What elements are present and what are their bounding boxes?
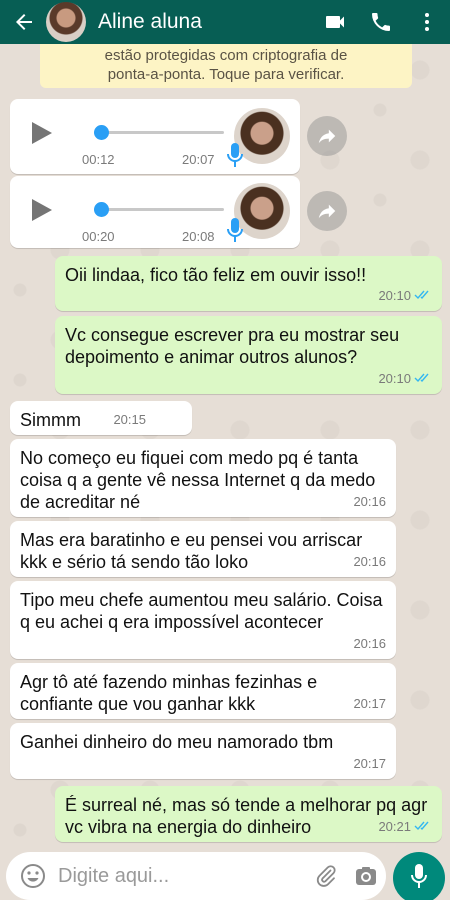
attach-icon[interactable] bbox=[306, 864, 346, 888]
message-time: 20:07 bbox=[182, 152, 215, 167]
audio-message: 00:20 20:08 bbox=[10, 176, 300, 248]
message-time: 20:10 bbox=[378, 288, 411, 303]
chat-header: Aline aluna bbox=[0, 0, 450, 44]
read-ticks-icon bbox=[414, 816, 432, 838]
message-text: Simmm bbox=[20, 410, 81, 430]
audio-duration: 00:12 bbox=[82, 152, 115, 167]
message-time: 20:17 bbox=[353, 756, 386, 771]
incoming-message[interactable]: Ganhei dinheiro do meu namorado tbm 20:1… bbox=[10, 723, 396, 779]
audio-progress-track[interactable] bbox=[94, 131, 224, 134]
message-time: 20:17 bbox=[353, 696, 386, 711]
outgoing-message[interactable]: É surreal né, mas só tende a melhorar pq… bbox=[55, 786, 442, 842]
notice-line-2: ponta-a-ponta. Toque para verificar. bbox=[107, 66, 345, 83]
audio-duration: 00:20 bbox=[82, 229, 115, 244]
message-text: Oii lindaa, fico tão feliz em ouvir isso… bbox=[65, 265, 367, 285]
message-input-bar[interactable]: Digite aqui... bbox=[6, 852, 386, 900]
mic-icon bbox=[225, 141, 245, 174]
video-call-icon[interactable] bbox=[312, 0, 358, 44]
play-icon[interactable] bbox=[32, 122, 52, 144]
message-meta: 20:10 bbox=[378, 368, 432, 390]
audio-message: 00:12 20:07 bbox=[10, 99, 300, 174]
outgoing-message[interactable]: Vc consegue escrever pra eu mostrar seu … bbox=[55, 316, 442, 394]
message-input[interactable]: Digite aqui... bbox=[58, 865, 306, 888]
message-composer: Digite aqui... bbox=[0, 848, 450, 900]
record-voice-button[interactable] bbox=[393, 852, 445, 900]
message-time: 20:16 bbox=[353, 554, 386, 569]
emoji-icon[interactable] bbox=[16, 863, 50, 889]
mic-icon bbox=[225, 216, 245, 249]
incoming-message[interactable]: Mas era baratinho e eu pensei vou arrisc… bbox=[10, 521, 396, 577]
mic-icon bbox=[408, 862, 430, 895]
incoming-message[interactable]: Agr tô até fazendo minhas fezinhas e con… bbox=[10, 663, 396, 719]
message-time: 20:16 bbox=[353, 494, 386, 509]
read-ticks-icon bbox=[414, 368, 432, 390]
phone-icon[interactable] bbox=[358, 0, 404, 44]
message-text: No começo eu fiquei com medo pq é tanta … bbox=[20, 448, 376, 512]
play-icon[interactable] bbox=[32, 199, 52, 221]
audio-progress-handle[interactable] bbox=[94, 125, 109, 140]
message-text: Ganhei dinheiro do meu namorado tbm bbox=[20, 732, 334, 752]
message-time: 20:15 bbox=[113, 412, 146, 427]
message-time: 20:10 bbox=[378, 371, 411, 386]
camera-icon[interactable] bbox=[346, 864, 386, 888]
audio-progress-track[interactable] bbox=[94, 208, 224, 211]
message-time: 20:21 bbox=[378, 819, 411, 834]
message-text: Agr tô até fazendo minhas fezinhas e con… bbox=[20, 672, 318, 714]
message-text: É surreal né, mas só tende a melhorar pq… bbox=[65, 795, 428, 837]
incoming-message[interactable]: Simmm 20:15 bbox=[10, 401, 192, 435]
incoming-message[interactable]: Tipo meu chefe aumentou meu salário. Coi… bbox=[10, 581, 396, 659]
contact-name[interactable]: Aline aluna bbox=[98, 10, 312, 34]
contact-avatar[interactable] bbox=[46, 2, 86, 42]
read-ticks-icon bbox=[414, 285, 432, 307]
message-text: Vc consegue escrever pra eu mostrar seu … bbox=[65, 325, 400, 367]
message-meta: 20:10 bbox=[378, 285, 432, 307]
audio-progress-handle[interactable] bbox=[94, 202, 109, 217]
back-arrow-icon[interactable] bbox=[6, 0, 42, 44]
message-time: 20:16 bbox=[353, 636, 386, 651]
encryption-notice[interactable]: estão protegidas com criptografia de pon… bbox=[40, 38, 412, 88]
message-time: 20:08 bbox=[182, 229, 215, 244]
incoming-message[interactable]: No começo eu fiquei com medo pq é tanta … bbox=[10, 439, 396, 517]
message-text: Mas era baratinho e eu pensei vou arrisc… bbox=[20, 530, 363, 572]
notice-line-1: estão protegidas com criptografia de bbox=[104, 47, 348, 64]
forward-icon[interactable] bbox=[307, 116, 347, 156]
message-meta: 20:21 bbox=[378, 816, 432, 838]
more-vert-icon[interactable] bbox=[404, 0, 450, 44]
forward-icon[interactable] bbox=[307, 191, 347, 231]
outgoing-message[interactable]: Oii lindaa, fico tão feliz em ouvir isso… bbox=[55, 256, 442, 311]
message-text: Tipo meu chefe aumentou meu salário. Coi… bbox=[20, 590, 383, 632]
